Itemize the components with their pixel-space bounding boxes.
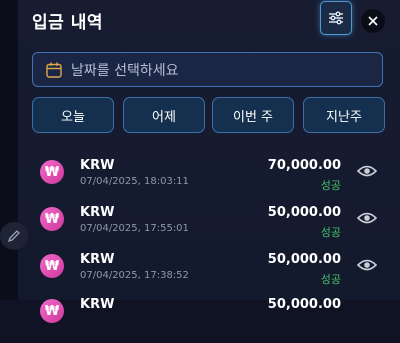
transaction-datetime: 07/04/2025, 18:03:11 <box>80 176 189 187</box>
transaction-amount: 50,000.00 <box>267 205 341 220</box>
close-button[interactable] <box>361 9 385 33</box>
transaction-datetime: 07/04/2025, 17:55:01 <box>80 223 189 234</box>
transaction-datetime: 07/04/2025, 17:38:52 <box>80 270 189 281</box>
deposit-history-panel: 입금 내역 날짜를 선택하세요 오늘 어제 이번 주 지난주 ₩ KRW 07/… <box>18 0 400 323</box>
transaction-row: ₩ KRW 50,000.00 <box>18 293 400 343</box>
range-last-week-button[interactable]: 지난주 <box>303 97 385 133</box>
eye-icon[interactable] <box>357 164 377 178</box>
transaction-amount: 50,000.00 <box>267 252 341 267</box>
range-today-button[interactable]: 오늘 <box>32 97 114 133</box>
sliders-icon <box>329 11 343 25</box>
close-icon <box>368 16 378 26</box>
transaction-row: ₩ KRW 07/04/2025, 17:38:52 50,000.00 성공 <box>18 248 400 298</box>
transaction-amount: 50,000.00 <box>267 297 341 312</box>
eye-icon[interactable] <box>357 258 377 272</box>
background-left-strip <box>0 0 18 300</box>
range-yesterday-button[interactable]: 어제 <box>123 97 205 133</box>
page-title: 입금 내역 <box>32 13 103 33</box>
edit-button[interactable] <box>0 222 28 250</box>
pencil-icon <box>7 230 20 243</box>
transaction-currency: KRW <box>80 297 115 312</box>
transaction-row: ₩ KRW 07/04/2025, 17:55:01 50,000.00 성공 <box>18 201 400 251</box>
date-picker-placeholder: 날짜를 선택하세요 <box>71 62 179 79</box>
calendar-icon <box>46 62 62 78</box>
range-this-week-button[interactable]: 이번 주 <box>212 97 294 133</box>
krw-coin-icon: ₩ <box>40 207 64 231</box>
transaction-row: ₩ KRW 07/04/2025, 18:03:11 70,000.00 성공 <box>18 154 400 204</box>
date-picker-input[interactable]: 날짜를 선택하세요 <box>32 52 383 87</box>
transaction-status: 성공 <box>320 179 341 192</box>
transaction-amount: 70,000.00 <box>267 158 341 173</box>
eye-icon[interactable] <box>357 211 377 225</box>
transaction-status: 성공 <box>320 273 341 286</box>
transaction-currency: KRW <box>80 252 115 267</box>
krw-coin-icon: ₩ <box>40 299 64 323</box>
krw-coin-icon: ₩ <box>40 254 64 278</box>
transaction-currency: KRW <box>80 158 115 173</box>
transaction-status: 성공 <box>320 226 341 239</box>
transaction-currency: KRW <box>80 205 115 220</box>
krw-coin-icon: ₩ <box>40 160 64 184</box>
filter-button[interactable] <box>320 1 352 35</box>
